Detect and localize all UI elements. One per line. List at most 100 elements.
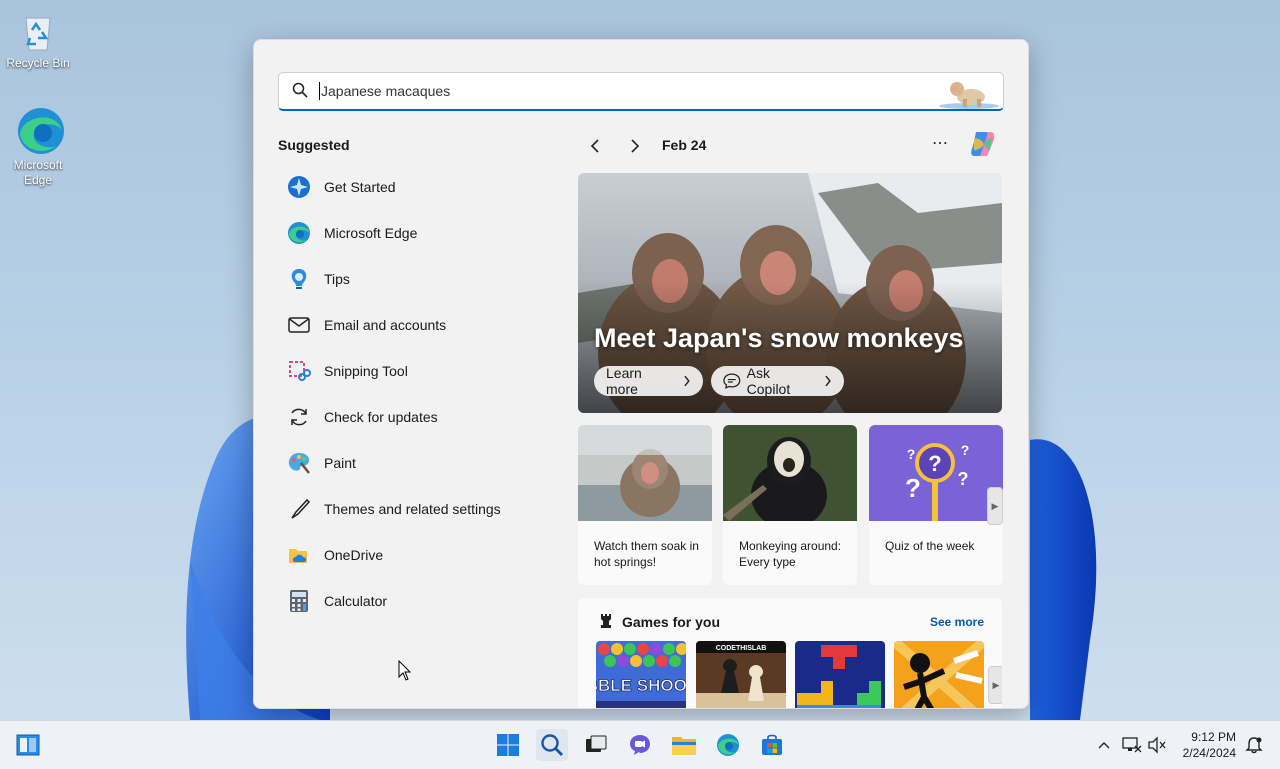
desktop-icon-label: Recycle Bin [6,56,70,70]
task-view-button[interactable] [580,729,612,761]
notifications-button[interactable] [1242,729,1266,761]
previous-button[interactable] [583,134,607,158]
snipping-tool-icon [286,358,312,384]
game-tile-label: BUBBLE SHOOTER [596,676,686,695]
search-box[interactable] [278,72,1004,111]
suggested-item-onedrive[interactable]: OneDrive [278,535,548,575]
ask-copilot-label: Ask Copilot [746,365,791,397]
show-hidden-icons-button[interactable] [1092,729,1116,761]
desktop-icon-microsoft-edge[interactable]: Microsoft Edge [2,106,74,188]
suggested-item-label: Get Started [324,179,396,195]
suggested-heading: Suggested [278,137,350,153]
more-options-button[interactable]: ⋯ [932,133,949,153]
edge-icon [717,734,739,756]
suggested-item-calculator[interactable]: Calculator [278,581,548,621]
monkey-illustration [939,82,999,109]
taskbar-clock[interactable]: 9:12 PM 2/24/2024 [1183,729,1236,761]
svg-text:?: ? [905,473,921,503]
suggested-item-label: Check for updates [324,409,438,425]
svg-text:?: ? [928,451,941,476]
card-hot-springs[interactable]: Watch them soak in hot springs! [578,425,712,585]
suggested-item-get-started[interactable]: Get Started [278,167,548,207]
brush-icon [286,496,312,522]
onedrive-icon [286,542,312,568]
calculator-icon [286,588,312,614]
suggested-item-microsoft-edge[interactable]: Microsoft Edge [278,213,548,253]
hero-title: Meet Japan's snow monkeys [594,323,964,353]
volume-button[interactable] [1145,729,1169,761]
ask-copilot-button[interactable]: Ask Copilot [711,365,844,397]
hero-card[interactable]: Meet Japan's snow monkeys Learn more Ask… [578,173,1002,413]
chat-button[interactable] [624,729,656,761]
svg-text:?: ? [907,446,916,462]
microsoft-store-button[interactable] [756,729,788,761]
task-view-icon [586,735,607,752]
suggested-item-snipping-tool[interactable]: Snipping Tool [278,351,548,391]
update-icon [286,404,312,430]
suggested-item-label: Calculator [324,593,388,609]
suggested-item-label: OneDrive [324,547,384,563]
games-scroll-right-button[interactable]: ▶ [988,666,1002,704]
bubble-shooter-thumbnail: BUBBLE SHOOTER [596,641,686,708]
chat-bubble-icon [723,373,741,389]
chevron-up-icon [1098,742,1110,749]
suggested-item-tips[interactable]: Tips [278,259,548,299]
stickman-fighter-thumbnail [894,641,984,708]
suggested-item-label: Paint [324,455,356,471]
game-tile-blocks[interactable] [795,641,885,708]
chevron-right-icon [684,375,690,387]
suggested-item-label: Snipping Tool [324,363,408,379]
card-monkeying-around[interactable]: Monkeying around: Every type [723,425,857,585]
suggested-item-label: Microsoft Edge [324,225,418,241]
chevron-left-icon [590,139,599,153]
search-icon [292,82,308,103]
cards-scroll-right-button[interactable]: ▶ [987,487,1003,525]
network-icon [1122,737,1142,753]
svg-text:?: ? [958,469,969,489]
suggested-item-themes-and-related-settings[interactable]: Themes and related settings [278,489,548,529]
suggested-item-email-and-accounts[interactable]: Email and accounts [278,305,548,345]
card-quiz[interactable]: ? ? ? ? ? Quiz of the week [869,425,1003,585]
search-input[interactable] [319,79,923,103]
chess-thumbnail: CODETHISLAB [696,641,786,708]
get-started-icon [286,174,312,200]
next-button[interactable] [623,134,647,158]
windows-logo-icon [497,734,519,756]
copilot-icon[interactable] [966,128,998,160]
tips-icon [286,266,312,292]
network-status-button[interactable] [1120,729,1144,761]
svg-text:?: ? [961,442,970,458]
folder-icon [672,737,696,755]
hot-springs-photo [578,425,712,521]
learn-more-button[interactable]: Learn more [594,365,703,397]
suggested-item-check-for-updates[interactable]: Check for updates [278,397,548,437]
mouse-pointer-icon [398,660,412,681]
store-icon [762,734,782,755]
game-tile-chess[interactable]: CODETHISLAB [696,641,786,708]
game-tile-bubble-shooter[interactable]: BUBBLE SHOOTER [596,641,686,708]
taskbar-edge-button[interactable] [712,729,744,761]
desktop-icon-recycle-bin[interactable]: Recycle Bin [2,10,74,71]
card-caption: Quiz of the week [885,539,975,553]
search-panel: Suggested Get Started Microsoft Edge Tip… [253,39,1029,709]
start-button[interactable] [492,729,524,761]
see-more-link[interactable]: See more [930,615,984,629]
edge-icon [16,106,64,156]
chat-icon [630,735,650,755]
suggested-item-label: Themes and related settings [324,501,501,517]
games-title: Games for you [622,614,721,630]
taskbar-search-button[interactable] [536,729,568,761]
games-section: Games for you See more BUBBLE SHOOTER CO… [578,598,1002,708]
suggested-item-paint[interactable]: Paint [278,443,548,483]
game-tile-stickman[interactable] [894,641,984,708]
saki-monkey-photo [723,425,857,529]
chevron-right-icon [631,139,640,153]
highlights-date: Feb 24 [662,137,707,153]
notification-bell-icon [1245,737,1263,754]
clock-time: 9:12 PM [1191,730,1236,744]
chess-piece-icon [598,612,614,635]
file-explorer-button[interactable] [668,729,700,761]
clock-date: 2/24/2024 [1182,746,1236,760]
recycle-bin-icon [16,10,60,54]
show-desktop-widget-icon[interactable] [12,729,44,761]
